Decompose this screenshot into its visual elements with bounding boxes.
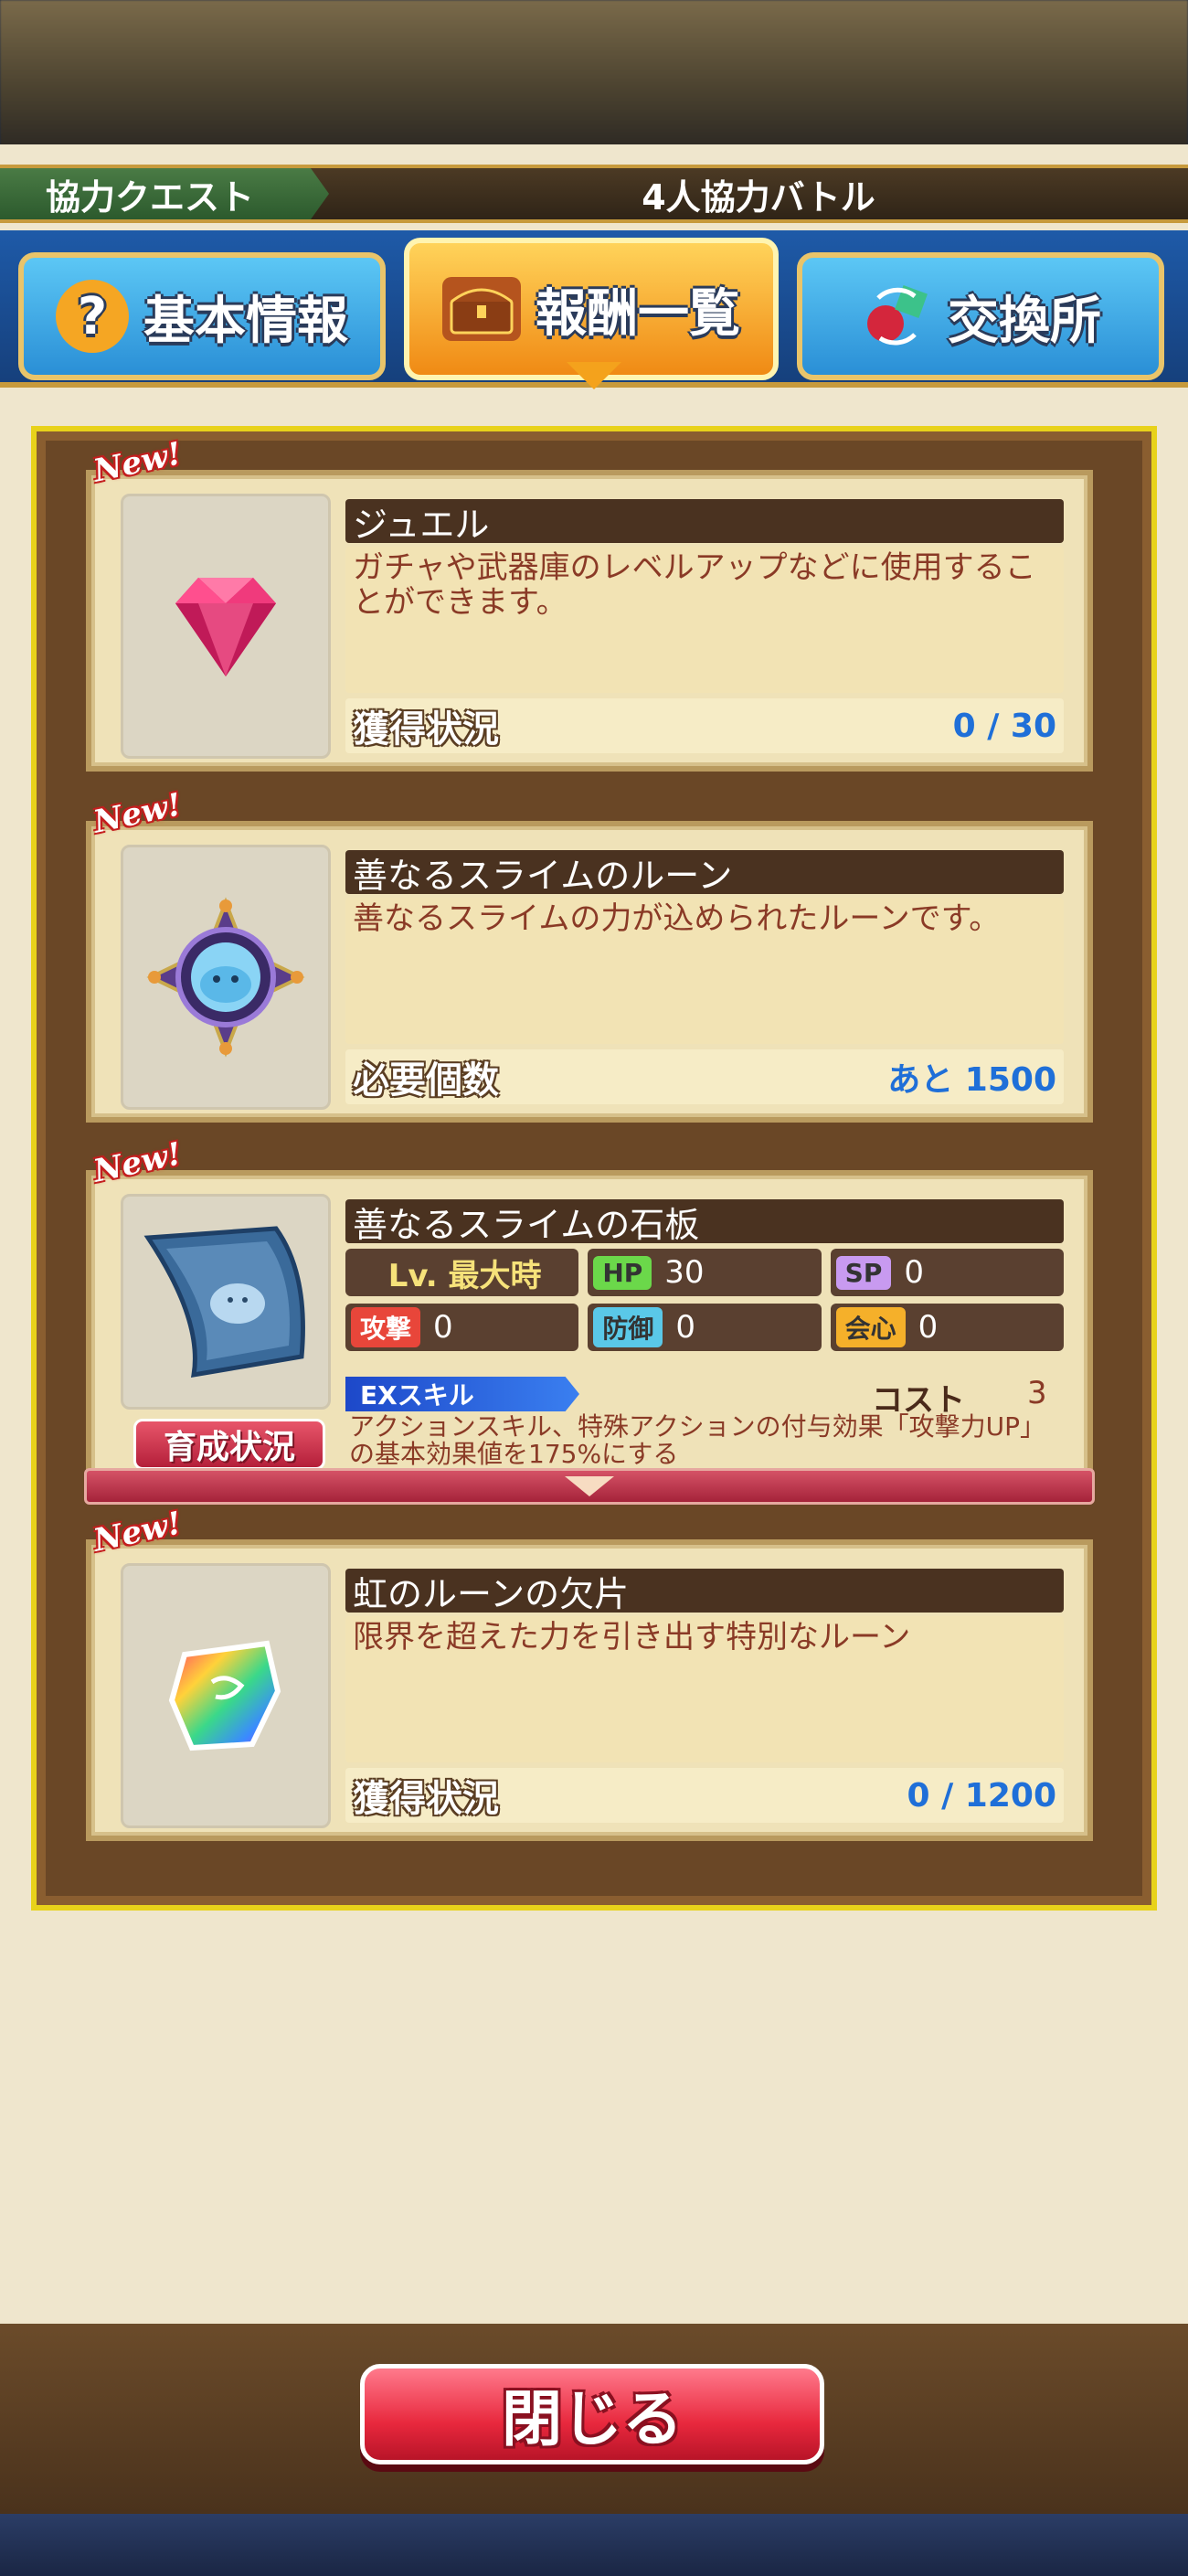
defense-value: 0 (675, 1309, 695, 1346)
reward-card-slime-rune[interactable]: New! 善なるスライムのルーン 善なるスライムの力が込められたルーンです。 必… (90, 786, 1087, 1117)
status-value: 0 / 1200 (907, 1776, 1056, 1815)
header-bar: 協力クエスト 4人協力バトル (0, 165, 1188, 223)
reward-description: 限界を超えた力を引き出す特別なルーン (345, 1616, 1064, 1762)
sp-value: 0 (904, 1254, 924, 1291)
reward-name: 善なるスライムのルーン (345, 850, 1064, 896)
question-icon: ? (56, 280, 129, 353)
quest-title: 4人協力バトル (642, 176, 875, 218)
expand-details-button[interactable] (84, 1468, 1095, 1505)
acquisition-status: 獲得状況 0 / 1200 (345, 1768, 1064, 1823)
acquisition-status: 獲得状況 0 / 30 (345, 698, 1064, 753)
tab-label: 報酬一覧 (536, 283, 740, 344)
reward-name: 善なるスライムの石板 (345, 1199, 1064, 1245)
tab-label: 交換所 (948, 291, 1101, 351)
status-label: 獲得状況 (353, 1778, 499, 1820)
critical-stat: 会心 0 (830, 1304, 1064, 1351)
stat-row-1: Lv. 最大時 HP 30 SP 0 (345, 1249, 1064, 1296)
background-scene-bottom (0, 2514, 1188, 2576)
exchange-icon (860, 280, 933, 353)
reward-card-slime-tablet[interactable]: New! 善なるスライムの石板 Lv. 最大時 HP 30 SP 0 攻撃 0 … (90, 1135, 1087, 1472)
tab-basic-info[interactable]: ? 基本情報 (18, 252, 386, 380)
growth-status-button[interactable]: 育成状況 (133, 1419, 325, 1470)
quest-category-label: 協力クエスト (0, 168, 329, 219)
tab-label: 基本情報 (143, 291, 348, 351)
cost-value: 3 (1027, 1375, 1047, 1411)
hp-tag: HP (593, 1255, 652, 1290)
level-label: Lv. 最大時 (345, 1249, 579, 1296)
tab-rewards[interactable]: 報酬一覧 (404, 238, 779, 380)
reward-card-rainbow-rune[interactable]: New! 虹のルーンの欠片 限界を超えた力を引き出す特別なルーン 獲得状況 0 … (90, 1505, 1087, 1836)
treasure-chest-icon (442, 277, 521, 341)
rainbow-rune-shard-icon (121, 1563, 331, 1828)
reward-name: 虹のルーンの欠片 (345, 1569, 1064, 1614)
attack-stat: 攻撃 0 (345, 1304, 579, 1351)
reward-description: ガチャや武器庫のレベルアップなどに使用することができます。 (345, 547, 1064, 693)
status-value: 0 / 30 (952, 707, 1056, 745)
reward-description: 善なるスライムの力が込められたルーンです。 (345, 898, 1064, 1044)
sp-tag: SP (835, 1255, 892, 1290)
status-label: 獲得状況 (353, 708, 499, 750)
background-scene (0, 0, 1188, 146)
status-value: あと 1500 (887, 1061, 1056, 1099)
chevron-down-icon (565, 1476, 614, 1496)
attack-tag: 攻撃 (351, 1307, 421, 1347)
stat-row-2: 攻撃 0 防御 0 会心 0 (345, 1304, 1064, 1351)
required-count-status: 必要個数 あと 1500 (345, 1049, 1064, 1104)
hp-value: 30 (664, 1254, 705, 1291)
reward-card-jewel[interactable]: New! ジュエル ガチャや武器庫のレベルアップなどに使用することができます。 … (90, 435, 1087, 766)
attack-value: 0 (433, 1309, 453, 1346)
slime-tablet-icon (121, 1194, 331, 1410)
tab-exchange[interactable]: 交換所 (797, 252, 1164, 380)
sp-stat: SP 0 (830, 1249, 1064, 1296)
reward-name: ジュエル (345, 499, 1064, 545)
slime-rune-icon (121, 845, 331, 1110)
critical-value: 0 (918, 1309, 939, 1346)
skill-description: アクションスキル、特殊アクションの付与効果「攻撃力UP」の基本効果値を175%に… (349, 1411, 1046, 1469)
status-label: 必要個数 (353, 1059, 499, 1102)
defense-stat: 防御 0 (588, 1304, 822, 1351)
critical-tag: 会心 (835, 1307, 906, 1347)
pink-gem-icon (121, 494, 331, 759)
ex-skill-label: EXスキル (345, 1377, 579, 1411)
close-button[interactable]: 閉じる (360, 2364, 824, 2464)
hp-stat: HP 30 (588, 1249, 822, 1296)
defense-tag: 防御 (593, 1307, 663, 1347)
